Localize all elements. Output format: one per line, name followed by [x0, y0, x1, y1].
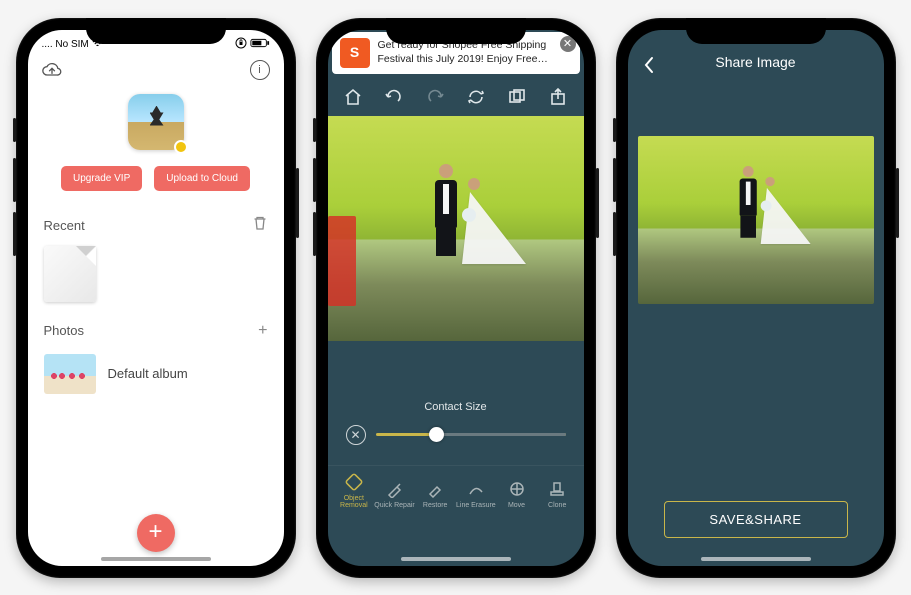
- album-row-default[interactable]: Default album: [28, 346, 284, 402]
- tool-move[interactable]: Move: [496, 479, 537, 509]
- removal-mask[interactable]: [328, 216, 356, 306]
- album-label: Default album: [108, 366, 188, 381]
- tool-clone[interactable]: Clone: [537, 479, 578, 509]
- info-icon[interactable]: i: [250, 60, 270, 80]
- save-share-button[interactable]: SAVE&SHARE: [664, 501, 848, 538]
- ad-close-icon[interactable]: ✕: [560, 36, 576, 52]
- app-promo-thumb[interactable]: [128, 94, 184, 150]
- undo-icon[interactable]: [383, 86, 405, 108]
- share-preview: [638, 136, 874, 304]
- home-icon[interactable]: [342, 86, 364, 108]
- editor-toolbar: [328, 76, 584, 116]
- cloud-upload-icon[interactable]: [42, 60, 62, 80]
- compare-icon[interactable]: [506, 86, 528, 108]
- export-icon[interactable]: [547, 86, 569, 108]
- trash-icon[interactable]: [252, 215, 268, 236]
- refresh-icon[interactable]: [465, 86, 487, 108]
- plus-icon[interactable]: +: [258, 322, 267, 340]
- clock: 4:08 PM: [137, 36, 175, 47]
- back-icon[interactable]: [642, 56, 656, 79]
- recent-heading: Recent: [44, 218, 85, 233]
- orientation-lock-icon: [235, 37, 247, 52]
- brush-size-slider[interactable]: [376, 433, 566, 436]
- tool-restore[interactable]: Restore: [415, 479, 456, 509]
- page-title: Share Image: [715, 54, 795, 70]
- tool-line-erasure[interactable]: Line Erasure: [456, 479, 497, 509]
- phone-editor: S Get ready for Shopee Free Shipping Fes…: [316, 18, 596, 578]
- add-fab[interactable]: +: [137, 514, 175, 552]
- phone-share: Share Image SAVE&SHARE: [616, 18, 896, 578]
- status-bar: .... No SIM 4:08 PM: [28, 30, 284, 54]
- tool-row: Object Removal Quick Repair Restore Line…: [328, 465, 584, 519]
- battery-icon: [250, 38, 270, 51]
- redo-icon[interactable]: [424, 86, 446, 108]
- recent-item[interactable]: [28, 242, 284, 316]
- document-thumb: [44, 246, 96, 302]
- brush-size-label: Contact Size: [328, 341, 584, 413]
- album-thumb: [44, 354, 96, 394]
- carrier-text: .... No SIM: [42, 39, 89, 50]
- wifi-icon: [92, 39, 103, 51]
- ad-app-icon: S: [340, 38, 370, 68]
- cancel-icon[interactable]: ✕: [346, 425, 366, 445]
- upgrade-vip-button[interactable]: Upgrade VIP: [61, 166, 142, 191]
- upload-cloud-button[interactable]: Upload to Cloud: [154, 166, 250, 191]
- tool-object-removal[interactable]: Object Removal: [334, 472, 375, 509]
- tool-quick-repair[interactable]: Quick Repair: [374, 479, 415, 509]
- photo-canvas[interactable]: [328, 116, 584, 341]
- phone-home: .... No SIM 4:08 PM i: [16, 18, 296, 578]
- photos-heading: Photos: [44, 323, 84, 338]
